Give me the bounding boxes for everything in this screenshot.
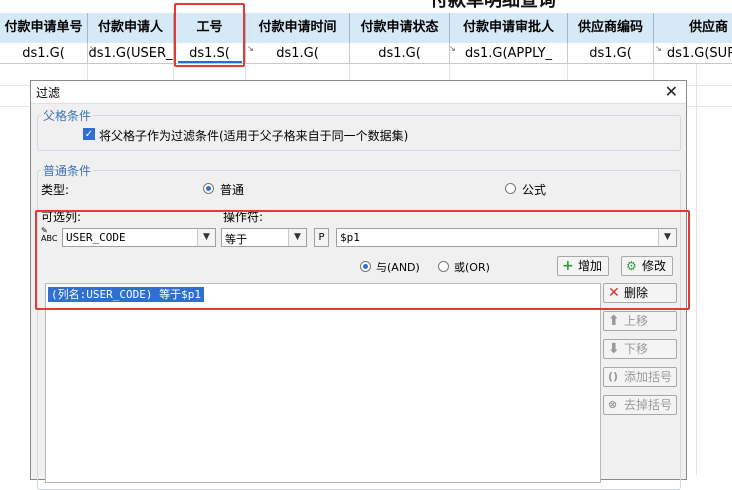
data-cell[interactable]: ds1.G(	[350, 43, 450, 64]
header-cell-supplier[interactable]: 供应商	[654, 13, 732, 43]
expand-marker-icon: ↘	[655, 44, 662, 53]
remove-bracket-button[interactable]: ⊗ 去掉括号	[603, 395, 677, 415]
type-radio-normal-label: 普通	[220, 183, 245, 197]
highlight-box-conditions	[35, 210, 690, 310]
header-cell-apply-time[interactable]: 付款申请时间	[246, 13, 350, 43]
expand-marker-icon: ↘	[89, 44, 96, 53]
data-cell[interactable]: ds1.G(SUPPL	[654, 43, 732, 64]
header-cell-apply-status[interactable]: 付款申请状态	[350, 13, 450, 43]
remove-bracket-icon: ⊗	[608, 398, 618, 411]
data-cell[interactable]: ds1.G(	[568, 43, 654, 64]
expand-marker-icon: ↘	[247, 44, 254, 53]
add-bracket-button[interactable]: () 添加括号	[603, 367, 677, 387]
header-cell-approver[interactable]: 付款申请审批人	[450, 13, 568, 43]
bracket-icon: ()	[608, 370, 619, 383]
highlight-box-column	[174, 3, 245, 67]
normal-group-title: 普通条件	[41, 162, 94, 179]
dialog-title: 过滤	[36, 86, 61, 100]
header-cell-applicant[interactable]: 付款申请人	[88, 13, 174, 43]
header-cell-supplier-code[interactable]: 供应商编码	[568, 13, 654, 43]
data-cell[interactable]: ds1.G(USER_	[88, 43, 174, 64]
arrow-down-icon: ⬇	[608, 341, 620, 357]
type-radio-normal[interactable]	[203, 183, 214, 194]
expand-marker-icon: ↘	[449, 44, 456, 53]
data-cell[interactable]: ds1.G(	[0, 43, 88, 64]
close-icon[interactable]: ✕	[665, 82, 678, 101]
data-cell[interactable]: ds1.G(	[246, 43, 350, 64]
data-cell[interactable]: ds1.G(APPLY_	[450, 43, 568, 64]
move-up-button[interactable]: ⬆ 上移	[603, 311, 677, 331]
condition-list[interactable]: (列名:USER_CODE) 等于$p1	[45, 283, 601, 483]
dialog-titlebar: 过滤 ✕	[31, 81, 686, 104]
parent-group-title: 父格条件	[41, 107, 94, 124]
type-radio-formula-label: 公式	[522, 183, 547, 197]
type-radio-formula[interactable]	[505, 183, 516, 194]
parent-filter-checkbox[interactable]: ✓	[83, 128, 95, 140]
arrow-up-icon: ⬆	[608, 313, 620, 329]
report-banner-title: 付款单明细查询	[430, 0, 556, 11]
grid-line	[696, 64, 697, 475]
move-down-button[interactable]: ⬇ 下移	[603, 339, 677, 359]
type-label: 类型:	[41, 183, 70, 197]
header-cell-apply-no[interactable]: 付款申请单号	[0, 13, 88, 43]
parent-filter-checkbox-label: 将父格子作为过滤条件(适用于父子格来自于同一个数据集)	[99, 129, 409, 143]
